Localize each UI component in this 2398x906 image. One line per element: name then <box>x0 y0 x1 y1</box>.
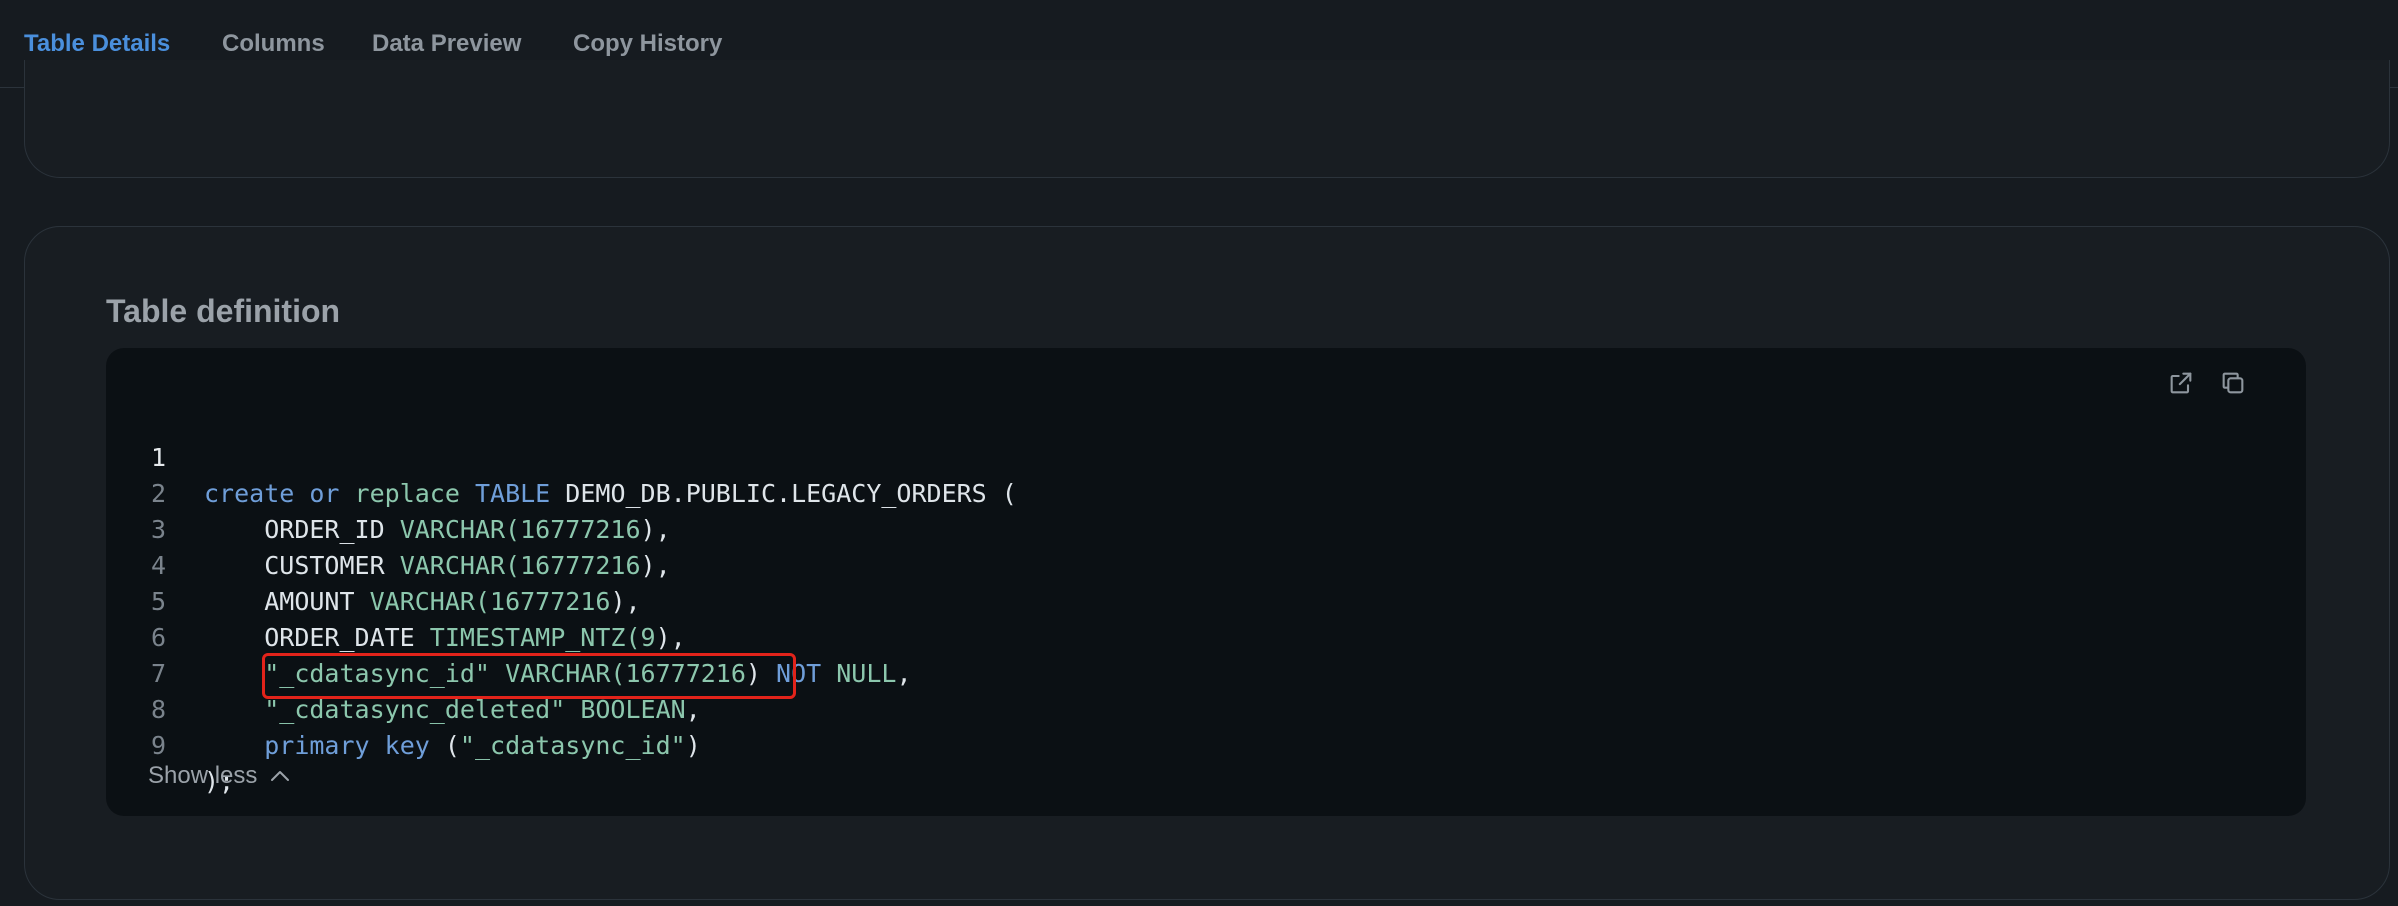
copy-icon[interactable] <box>2216 366 2250 400</box>
code-keyword: primary <box>264 731 370 760</box>
code-line: 2 ORDER_ID VARCHAR(16777216), <box>106 440 2306 544</box>
highlight-box <box>262 653 796 699</box>
chevron-up-icon <box>271 771 290 781</box>
code-line: 1 create or replace TABLE DEMO_DB.PUBLIC… <box>106 404 2306 508</box>
code-punct: ) <box>685 731 701 760</box>
code-punct: ( <box>444 731 460 760</box>
code-string: "_cdatasync_id" <box>459 731 686 760</box>
code-line: 7 "_cdatasync_deleted" BOOLEAN, <box>106 620 2306 724</box>
section-title: Table definition <box>106 293 341 329</box>
line-number: 9 <box>150 731 166 760</box>
code-line: 4 AMOUNT VARCHAR(16777216), <box>106 512 2306 616</box>
code-line: 3 CUSTOMER VARCHAR(16777216), <box>106 476 2306 580</box>
external-link-icon[interactable] <box>2164 366 2198 400</box>
code-line: 5 ORDER_DATE TIMESTAMP_NTZ(9), <box>106 548 2306 652</box>
code-keyword: key <box>384 731 430 760</box>
show-less-label: Show less <box>148 762 258 789</box>
details-card <box>24 60 2390 178</box>
show-less-button[interactable]: Show less <box>148 762 291 790</box>
code-line: 6 "_cdatasync_id" VARCHAR(16777216) NOT … <box>106 584 2306 688</box>
